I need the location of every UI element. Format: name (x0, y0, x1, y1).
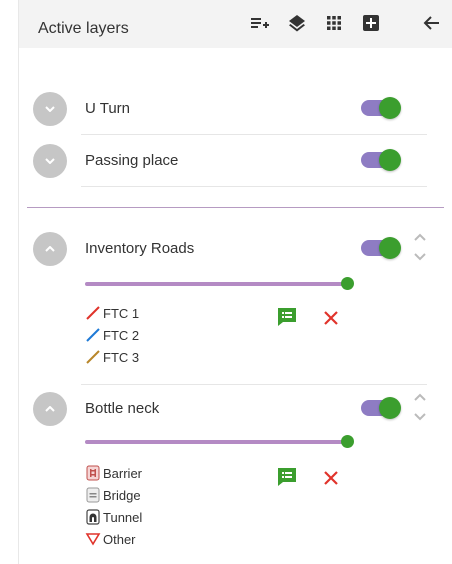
layer-row-bottle-neck: Bottle neck (19, 388, 452, 432)
legend-item: FTC 2 (85, 324, 139, 346)
layer-name: Passing place (85, 152, 179, 169)
legend-item: FTC 1 (85, 302, 139, 324)
barrier-icon (85, 465, 101, 481)
brown-line-icon (85, 349, 101, 365)
layer-visibility-toggle[interactable] (361, 149, 403, 171)
divider (81, 186, 427, 187)
chevron-up-icon (45, 246, 55, 252)
chevron-up-icon (45, 406, 55, 412)
panel-header: Active layers (19, 0, 452, 48)
active-layers-panel: Active layers U Turn Passing place Inven… (18, 0, 452, 564)
toggle-knob (379, 237, 401, 259)
layer-row-passing-place: Passing place (19, 140, 452, 187)
toggle-knob (379, 149, 401, 171)
collapse-button[interactable] (33, 232, 67, 266)
toggle-knob (379, 397, 401, 419)
layer-visibility-toggle[interactable] (361, 237, 403, 259)
bridge-icon (85, 487, 101, 503)
expand-button[interactable] (33, 144, 67, 178)
delete-icon[interactable] (319, 306, 343, 330)
layer-row-u-turn: U Turn (19, 88, 452, 135)
legend-item: Barrier (85, 462, 142, 484)
triangle-down-icon (85, 531, 101, 547)
collapse-button[interactable] (33, 392, 67, 426)
section-divider (27, 207, 444, 208)
add-box-icon[interactable] (358, 10, 384, 36)
comment-icon[interactable] (275, 305, 299, 329)
layer-legend: FTC 1 FTC 2 FTC 3 (85, 302, 139, 368)
layer-visibility-toggle[interactable] (361, 97, 403, 119)
slider-track (85, 440, 347, 444)
legend-label: Bridge (103, 487, 141, 503)
legend-label: Other (103, 531, 136, 547)
legend-label: Barrier (103, 465, 143, 481)
legend-item: FTC 3 (85, 346, 139, 368)
blue-line-icon (85, 327, 101, 343)
back-arrow-icon[interactable] (419, 10, 445, 36)
legend-item: Bridge (85, 484, 142, 506)
legend-label: Tunnel (103, 509, 143, 525)
legend-label: FTC 2 (103, 327, 140, 343)
delete-icon[interactable] (319, 466, 343, 490)
reorder-arrows-icon[interactable] (413, 391, 427, 423)
panel-title: Active layers (38, 20, 129, 37)
slider-track (85, 282, 347, 286)
layer-name: Bottle neck (85, 400, 160, 417)
chevron-down-icon (45, 158, 55, 164)
tunnel-icon (85, 509, 101, 525)
expand-button[interactable] (33, 92, 67, 126)
legend-label: FTC 3 (103, 349, 140, 365)
opacity-slider[interactable] (85, 435, 355, 449)
layer-name: U Turn (85, 100, 131, 117)
slider-thumb[interactable] (341, 435, 354, 448)
comment-icon[interactable] (275, 465, 299, 489)
slider-thumb[interactable] (341, 277, 354, 290)
legend-item: Tunnel (85, 506, 142, 528)
opacity-slider[interactable] (85, 277, 355, 291)
divider (81, 384, 427, 385)
layer-row-inventory-roads: Inventory Roads (19, 228, 452, 272)
red-line-icon (85, 305, 101, 321)
divider (81, 134, 427, 135)
layer-name: Inventory Roads (85, 240, 195, 257)
layer-visibility-toggle[interactable] (361, 397, 403, 419)
grid-icon[interactable] (321, 10, 347, 36)
legend-item: Other (85, 528, 142, 550)
reorder-arrows-icon[interactable] (413, 231, 427, 263)
layers-icon[interactable] (284, 10, 310, 36)
add-layer-icon[interactable] (247, 10, 273, 36)
toggle-knob (379, 97, 401, 119)
legend-label: FTC 1 (103, 305, 140, 321)
chevron-down-icon (45, 106, 55, 112)
layer-legend: Barrier Bridge Tunnel Other (85, 462, 142, 550)
